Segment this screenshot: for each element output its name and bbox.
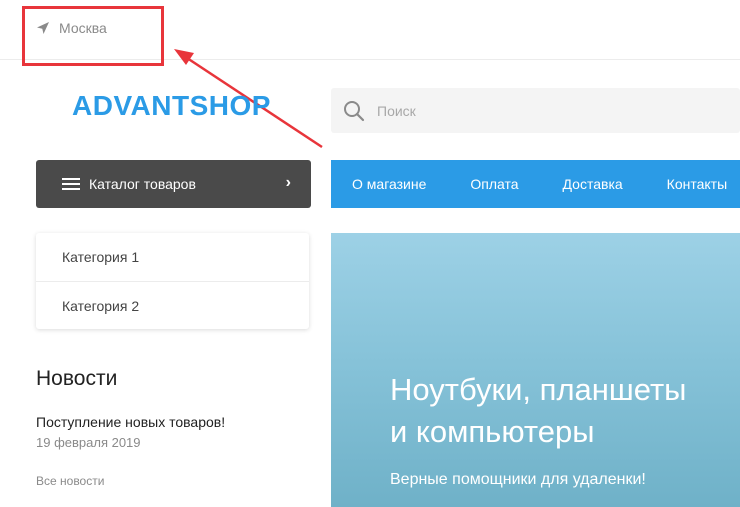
annotation-highlight-box [22,6,164,66]
search-icon [344,100,365,121]
category-item-2[interactable]: Категория 2 [36,281,309,329]
site-logo[interactable]: ADVANTSHOP [72,90,271,122]
catalog-button[interactable]: Каталог товаров › [36,160,311,208]
banner-subtitle: Верные помощники для удаленки! [390,471,646,488]
search-bar[interactable] [331,88,740,133]
main-nav: О магазине Оплата Доставка Контакты [331,160,740,208]
catalog-button-label: Каталог товаров [89,176,196,192]
banner-title-line-1: Ноутбуки, планшеты [390,372,687,407]
hamburger-icon [62,178,80,190]
nav-item-payment[interactable]: Оплата [470,176,518,192]
promo-banner[interactable]: Ноутбуки, планшеты и компьютеры Верные п… [331,233,740,507]
chevron-right-icon: › [285,174,291,191]
category-list: Категория 1 Категория 2 [36,233,309,329]
news-heading: Новости [36,367,118,390]
banner-title-line-2: и компьютеры [390,414,595,449]
nav-item-delivery[interactable]: Доставка [563,176,623,192]
search-input[interactable] [377,102,697,119]
news-item-date: 19 февраля 2019 [36,435,141,450]
all-news-link[interactable]: Все новости [36,474,104,488]
nav-item-about[interactable]: О магазине [352,176,426,192]
banner-title: Ноутбуки, планшеты и компьютеры [390,369,686,453]
nav-item-contacts[interactable]: Контакты [667,176,727,192]
category-item-1[interactable]: Категория 1 [36,233,309,281]
news-item-title[interactable]: Поступление новых товаров! [36,414,225,430]
